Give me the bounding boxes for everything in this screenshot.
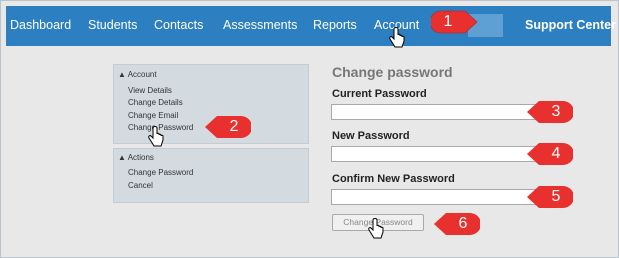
page-title: Change password	[332, 64, 453, 80]
nav-dashboard[interactable]: Dashboard	[10, 18, 71, 32]
callout-number: 2	[229, 118, 239, 135]
link-change-email[interactable]: Change Email	[128, 111, 178, 120]
current-password-field[interactable]	[331, 104, 553, 120]
link-change-details[interactable]: Change Details	[128, 98, 183, 107]
nav-contacts[interactable]: Contacts	[154, 18, 203, 32]
action-change-password[interactable]: Change Password	[128, 168, 193, 177]
action-cancel[interactable]: Cancel	[128, 181, 153, 190]
callout-1: 1	[429, 7, 479, 37]
callout-5: 5	[525, 182, 574, 212]
callout-3: 3	[525, 97, 574, 127]
new-password-field[interactable]	[331, 146, 553, 162]
callout-number: 3	[551, 103, 561, 120]
nav-reports[interactable]: Reports	[313, 18, 357, 32]
nav-assessments[interactable]: Assessments	[223, 18, 297, 32]
callout-number: 1	[443, 13, 453, 30]
actions-panel-heading[interactable]: ▲ Actions	[118, 153, 154, 162]
callout-number: 5	[551, 188, 561, 205]
current-password-label: Current Password	[332, 88, 427, 100]
hand-pointer-icon	[368, 218, 384, 239]
account-panel-heading[interactable]: ▲ Account	[118, 70, 157, 79]
hand-pointer-icon	[389, 27, 405, 48]
hand-pointer-icon	[148, 126, 164, 147]
nav-students[interactable]: Students	[88, 18, 137, 32]
top-nav-bar: Dashboard Students Contacts Assessments …	[6, 6, 616, 46]
link-view-details[interactable]: View Details	[128, 86, 172, 95]
callout-4: 4	[525, 139, 574, 169]
callout-number: 4	[551, 145, 561, 162]
confirm-password-field[interactable]	[331, 189, 553, 205]
new-password-label: New Password	[332, 130, 410, 142]
callout-number: 6	[458, 215, 468, 232]
callout-2: 2	[203, 112, 252, 142]
callout-6: 6	[432, 209, 481, 239]
actions-panel: ▲ Actions Change Password Cancel	[113, 148, 309, 203]
confirm-password-label: Confirm New Password	[332, 173, 455, 185]
nav-support-center[interactable]: Support Center	[525, 18, 616, 32]
